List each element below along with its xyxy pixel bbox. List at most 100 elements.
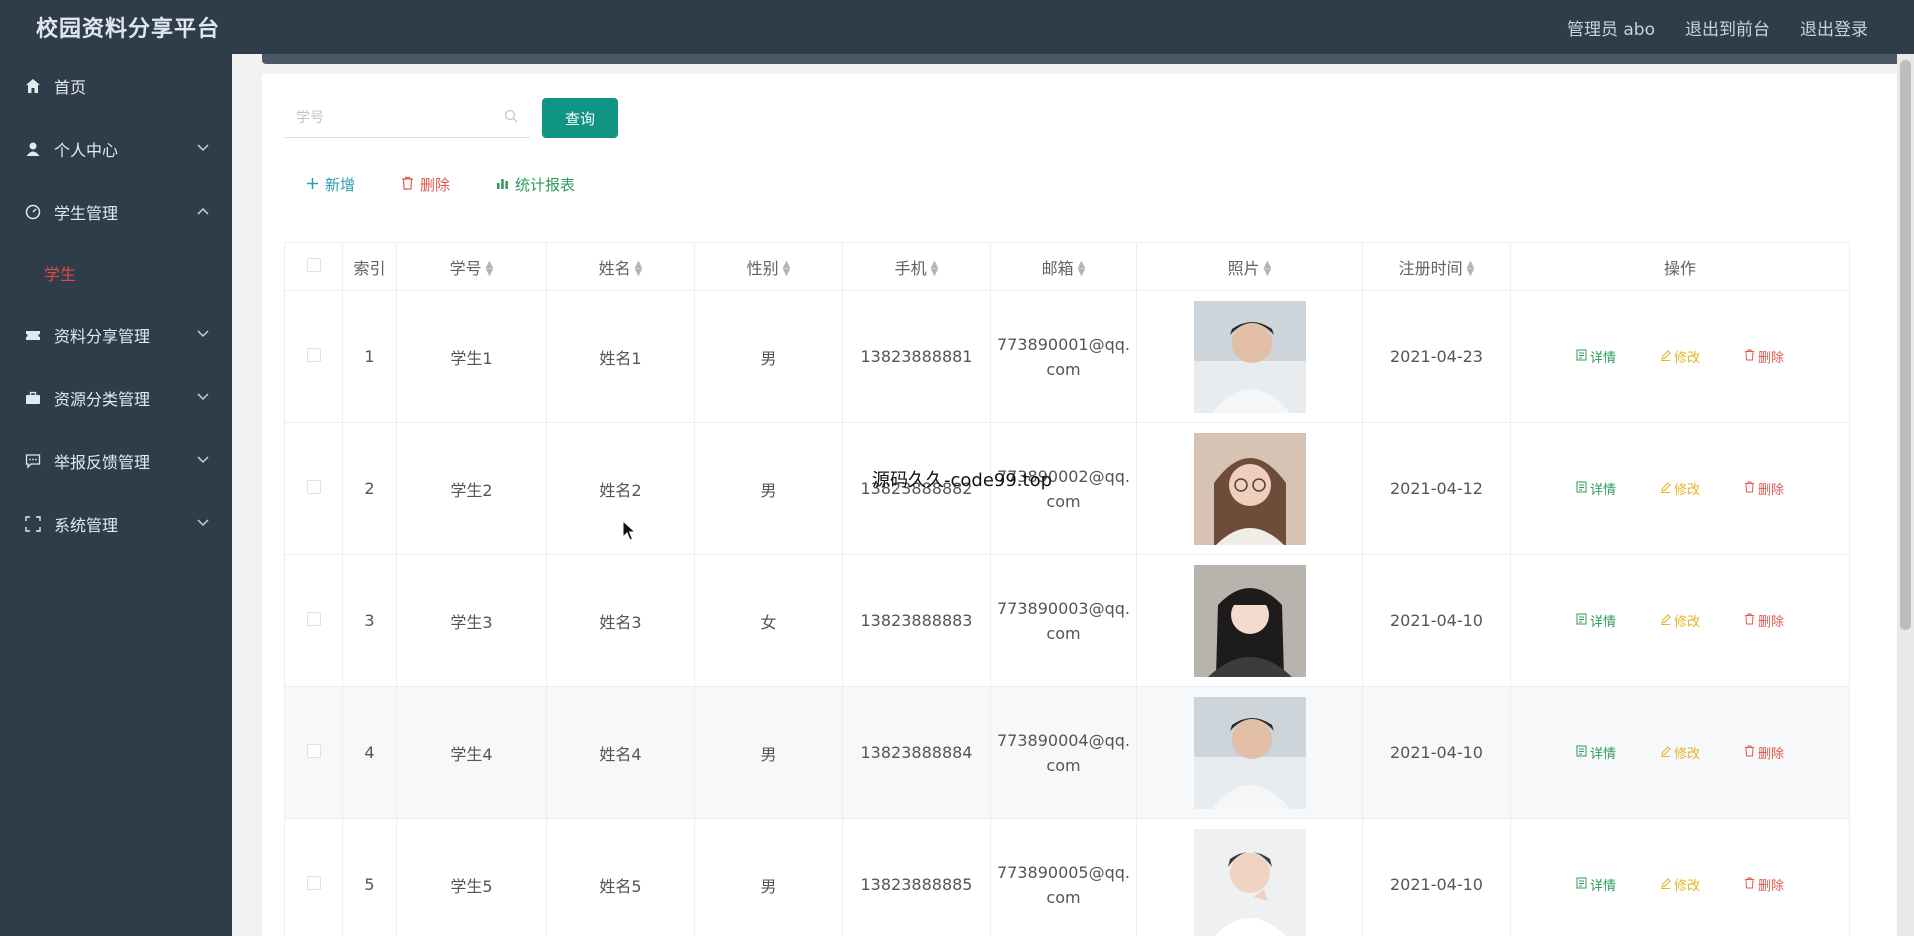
cell-index: 5 (342, 818, 397, 936)
sort-icon[interactable]: ▲ ▼ (1467, 260, 1475, 278)
admin-label[interactable]: 管理员 abo (1567, 15, 1655, 40)
cell-student-no: 学生2 (396, 422, 547, 555)
row-checkbox[interactable] (306, 876, 321, 890)
exit-to-front-link[interactable]: 退出到前台 (1685, 15, 1770, 40)
table-row: 4 学生4 姓名4 男 13823888884 773890004@qq. com… (284, 686, 1850, 819)
sidebar-item-student-management[interactable]: 学生管理 (0, 180, 232, 243)
cell-student-no: 学生1 (396, 290, 547, 423)
cell-phone: 13823888884 (842, 686, 991, 819)
app-title: 校园资料分享平台 (36, 17, 221, 42)
sidebar-item-label: 首页 (54, 77, 87, 97)
plus-icon (306, 176, 319, 194)
edit-button[interactable]: 修改 (1660, 347, 1700, 366)
cell-email: 773890001@qq. com (990, 290, 1137, 423)
select-all-checkbox[interactable] (306, 258, 321, 272)
sort-icon[interactable]: ▲ ▼ (635, 260, 643, 278)
edit-button[interactable]: 修改 (1660, 743, 1700, 762)
sidebar-item-resource-category[interactable]: 资源分类管理 (0, 366, 232, 429)
sidebar-subitem-student[interactable]: 学生 (0, 243, 232, 303)
add-button[interactable]: 新增 (306, 174, 355, 195)
edit-button[interactable]: 修改 (1660, 479, 1700, 498)
cell-actions: 详情 修改 删除 (1510, 686, 1850, 819)
sidebar-item-report-feedback[interactable]: 举报反馈管理 (0, 429, 232, 492)
chevron-down-icon (196, 453, 210, 467)
col-phone[interactable]: 手机 ▲ ▼ (842, 242, 991, 291)
col-student-no[interactable]: 学号 ▲ ▼ (396, 242, 547, 291)
delete-button[interactable]: 删除 (1744, 479, 1784, 498)
delete-button[interactable]: 删除 (1744, 875, 1784, 894)
batch-delete-button[interactable]: 删除 (401, 174, 450, 195)
row-checkbox[interactable] (306, 480, 321, 494)
trash-icon (1744, 613, 1755, 629)
cell-index: 2 (342, 422, 397, 555)
table-header-row: 索引 学号 ▲ ▼ 姓名 ▲ ▼ 性别 ▲ ▼ 手机 ▲ ▼ 邮箱 ▲ ▼ 照片 ▲ ▼ 注册时间 ▲ ▼ … (284, 242, 1850, 291)
query-button[interactable]: 查询 (542, 98, 618, 138)
sort-icon[interactable]: ▲ ▼ (783, 260, 791, 278)
sidebar-item-home[interactable]: 首页 (0, 54, 232, 117)
student-no-input[interactable] (296, 109, 486, 126)
cell-photo (1136, 422, 1363, 555)
col-photo[interactable]: 照片 ▲ ▼ (1136, 242, 1363, 291)
detail-button[interactable]: 详情 (1576, 743, 1616, 762)
cell-actions: 详情 修改 删除 (1510, 422, 1850, 555)
sidebar-item-material-share[interactable]: 资料分享管理 (0, 303, 232, 366)
row-checkbox[interactable] (306, 348, 321, 362)
header-actions: 管理员 abo 退出到前台 退出登录 (1567, 15, 1914, 40)
cell-actions: 详情 修改 删除 (1510, 818, 1850, 936)
student-photo (1193, 696, 1306, 809)
pencil-icon (1660, 745, 1671, 761)
cell-email: 773890002@qq. com (990, 422, 1137, 555)
sidebar-item-system[interactable]: 系统管理 (0, 492, 232, 555)
cell-email: 773890004@qq. com (990, 686, 1137, 819)
chevron-up-icon (196, 204, 210, 218)
edit-button[interactable]: 修改 (1660, 611, 1700, 630)
detail-button[interactable]: 详情 (1576, 611, 1616, 630)
sort-icon[interactable]: ▲ ▼ (1078, 260, 1086, 278)
edit-button[interactable]: 修改 (1660, 875, 1700, 894)
col-email[interactable]: 邮箱 ▲ ▼ (990, 242, 1137, 291)
cell-student-no: 学生4 (396, 686, 547, 819)
sidebar: 首页 个人中心 学生管理 学生 资料分享管理 资源分类管理 举报反馈管理 系统管… (0, 54, 232, 936)
user-icon (24, 140, 42, 158)
delete-button[interactable]: 删除 (1744, 347, 1784, 366)
sidebar-item-label: 举报反馈管理 (54, 452, 151, 472)
detail-button[interactable]: 详情 (1576, 479, 1616, 498)
row-checkbox[interactable] (306, 744, 321, 758)
col-name[interactable]: 姓名 ▲ ▼ (546, 242, 695, 291)
detail-button[interactable]: 详情 (1576, 875, 1616, 894)
top-header: 校园资料分享平台 管理员 abo 退出到前台 退出登录 (0, 0, 1914, 54)
top-banner (262, 54, 1902, 64)
action-toolbar: 新增 删除 统计报表 (306, 174, 575, 195)
chat-icon (24, 452, 42, 470)
add-label: 新增 (325, 176, 356, 194)
chevron-down-icon (196, 327, 210, 341)
sort-icon[interactable]: ▲ ▼ (1264, 260, 1272, 278)
briefcase-icon (24, 389, 42, 407)
student-photo (1193, 828, 1306, 936)
stats-report-button[interactable]: 统计报表 (496, 174, 575, 195)
table-row: 3 学生3 姓名3 女 13823888883 773890003@qq. com… (284, 554, 1850, 687)
logout-link[interactable]: 退出登录 (1800, 15, 1868, 40)
search-icon[interactable] (504, 108, 518, 127)
col-reg-date[interactable]: 注册时间 ▲ ▼ (1362, 242, 1511, 291)
document-icon (1576, 613, 1587, 629)
detail-button[interactable]: 详情 (1576, 347, 1616, 366)
sidebar-item-profile[interactable]: 个人中心 (0, 117, 232, 180)
main-content: 查询 新增 删除 统计报表 索引 学号▲▼ 姓名▲▼ (232, 54, 1908, 936)
cell-student-no: 学生5 (396, 818, 547, 936)
cell-gender: 男 (694, 422, 843, 555)
sort-icon[interactable]: ▲ ▼ (931, 260, 939, 278)
col-gender[interactable]: 性别 ▲ ▼ (694, 242, 843, 291)
sidebar-item-label: 学生管理 (54, 203, 119, 223)
cell-gender: 男 (694, 290, 843, 423)
sort-icon[interactable]: ▲ ▼ (486, 260, 494, 278)
student-photo (1193, 300, 1306, 413)
row-checkbox[interactable] (306, 612, 321, 626)
delete-button[interactable]: 删除 (1744, 743, 1784, 762)
scrollbar-thumb[interactable] (1900, 60, 1911, 630)
sidebar-item-label: 资源分类管理 (54, 389, 151, 409)
mouse-cursor-icon (622, 520, 636, 541)
student-photo (1193, 564, 1306, 677)
search-bar: 查询 (284, 98, 618, 138)
delete-button[interactable]: 删除 (1744, 611, 1784, 630)
